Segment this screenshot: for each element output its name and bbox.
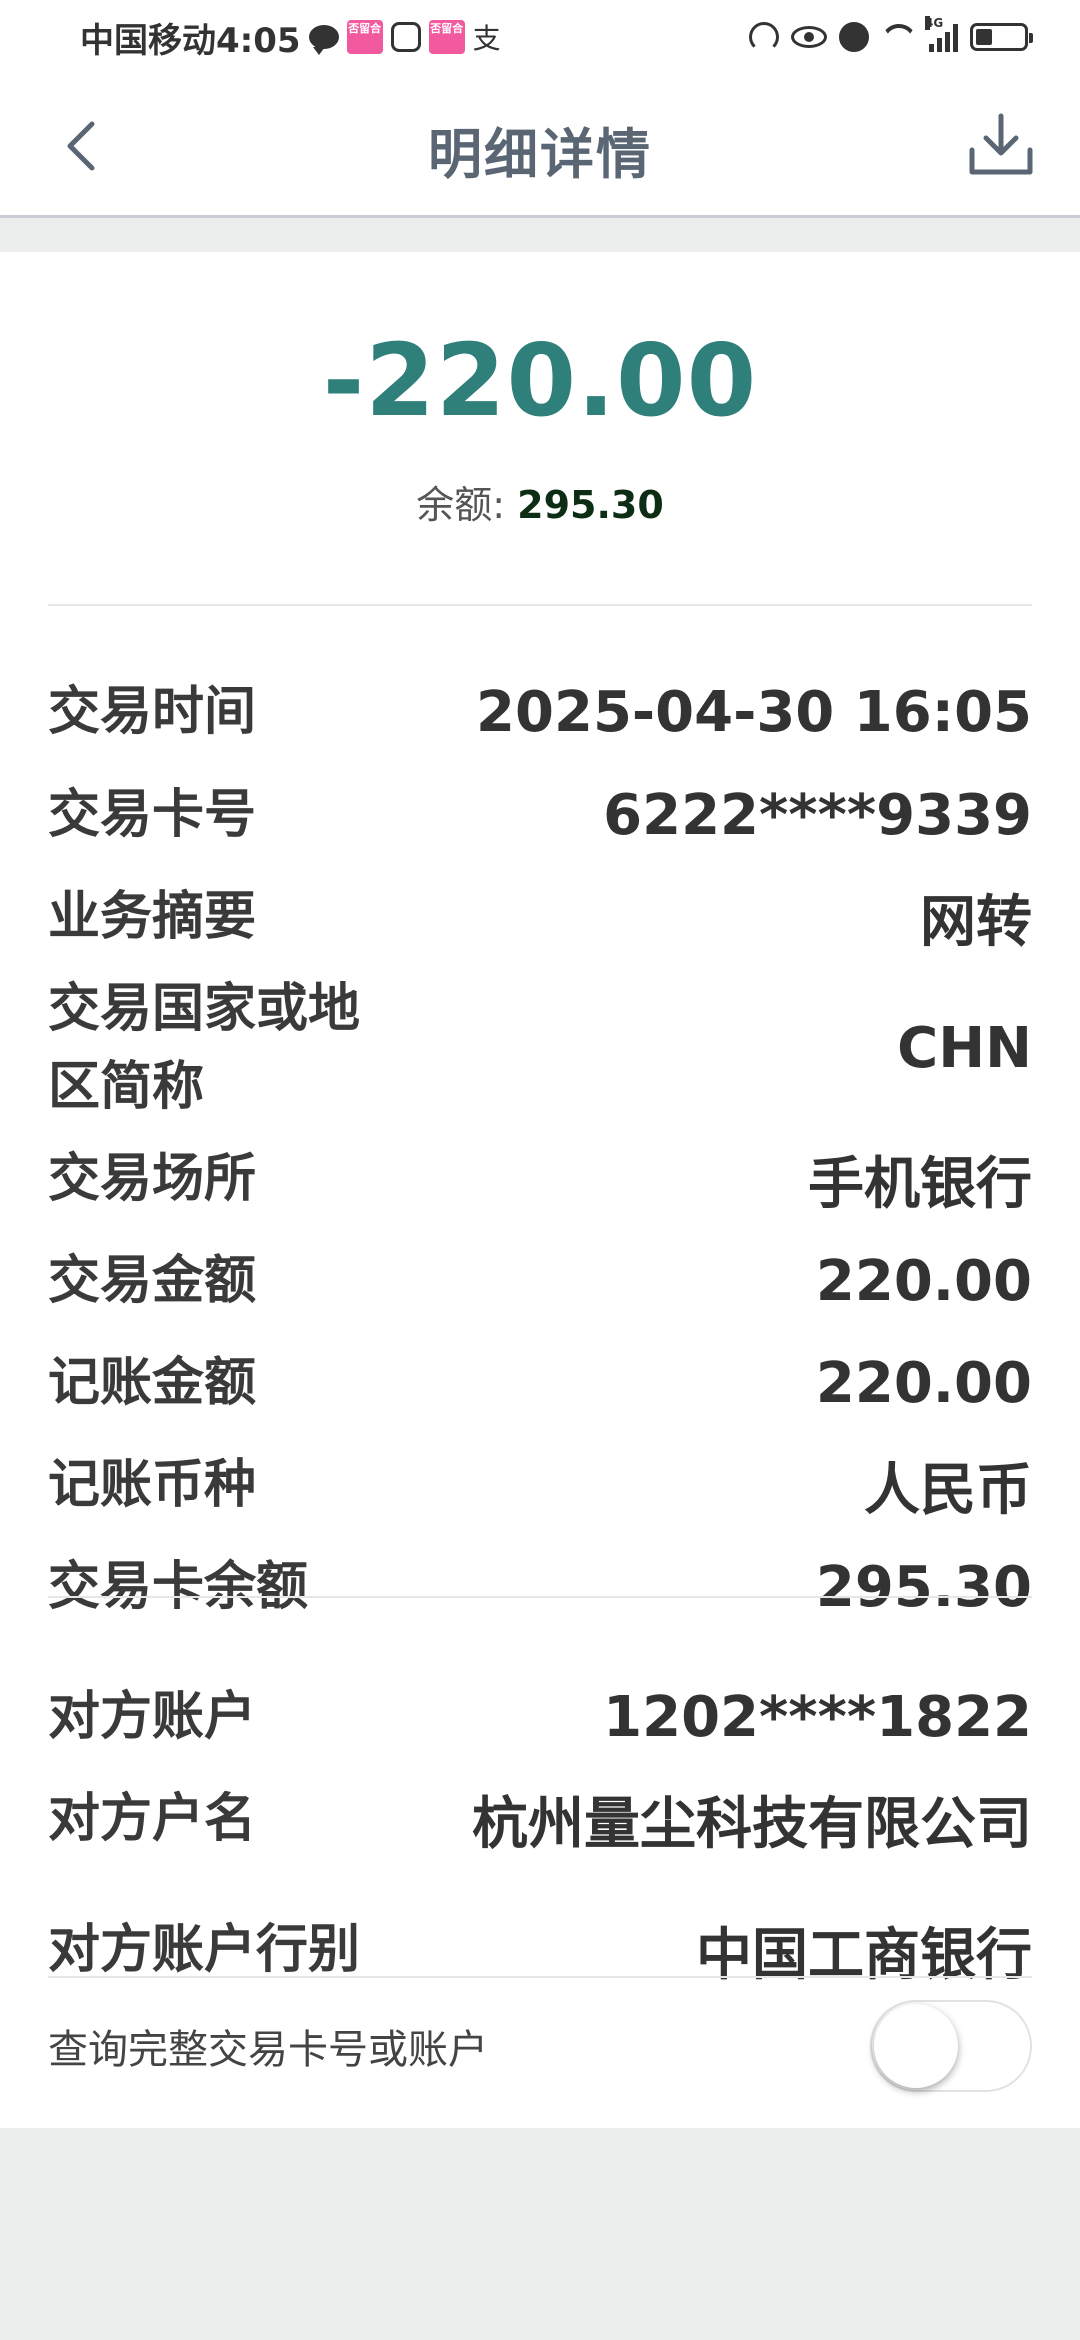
detail-row-country: 交易国家或地区简称 CHN — [48, 968, 1032, 1128]
show-full-number-toggle[interactable] — [870, 2000, 1032, 2092]
wifi-icon — [881, 24, 917, 50]
row-label: 交易时间 — [48, 682, 257, 742]
row-value: 6222****9339 — [603, 782, 1032, 848]
row-value: 手机银行 — [808, 1151, 1032, 1217]
status-bar: 中国移动4:05 否留合 否留合 支 4G — [0, 0, 1080, 72]
balance-line: 余额: 295.30 — [0, 474, 1080, 529]
row-label: 交易金额 — [48, 1251, 257, 1311]
detail-card: -220.00 余额: 295.30 交易时间 2025-04-30 16:05… — [0, 252, 1080, 2128]
toggle-knob[interactable] — [874, 2004, 958, 2088]
alipay-icon: 支 — [472, 22, 501, 55]
carrier-time: 中国移动4:05 — [80, 20, 301, 61]
detail-row-place: 交易场所 手机银行 — [48, 1128, 1032, 1230]
row-label: 交易卡余额 — [48, 1557, 309, 1617]
balance-value: 295.30 — [517, 483, 664, 527]
row-value: 杭州量尘科技有限公司 — [472, 1791, 1032, 1857]
row-value: 220.00 — [815, 1350, 1032, 1416]
divider — [48, 604, 1032, 606]
transaction-amount: -220.00 — [322, 322, 758, 439]
signal-icon: 4G — [925, 16, 958, 52]
row-value: 网转 — [920, 889, 1032, 955]
counterparty-row-account: 对方账户 1202****1822 — [48, 1666, 1032, 1768]
row-label: 交易场所 — [48, 1149, 257, 1209]
nav-header: 明细详情 — [0, 72, 1080, 218]
row-label: 交易国家或地区简称 — [48, 979, 361, 1117]
toggle-label: 查询完整交易卡号或账户 — [48, 2027, 488, 2073]
row-label: 业务摘要 — [48, 887, 257, 947]
hand-icon — [390, 22, 421, 52]
alarm-icon — [839, 22, 869, 52]
row-value: 1202****1822 — [603, 1684, 1032, 1750]
row-label: 交易卡号 — [48, 785, 257, 845]
status-left: 中国移动4:05 否留合 否留合 支 — [80, 12, 501, 62]
counterparty-row-name: 对方户名 杭州量尘科技有限公司 — [48, 1768, 1032, 1870]
app-badge-icon: 否留合 — [346, 20, 383, 54]
app-badge-icon-2: 否留合 — [428, 20, 465, 54]
full-number-toggle-row: 查询完整交易卡号或账户 — [48, 1996, 1032, 2096]
balance-label: 余额: — [416, 483, 518, 527]
row-value: 295.30 — [815, 1554, 1032, 1620]
page-title: 明细详情 — [428, 123, 652, 186]
status-right: 4G — [749, 14, 1033, 60]
detail-row-card-balance: 交易卡余额 295.30 — [48, 1536, 1032, 1638]
download-icon[interactable] — [966, 110, 1036, 180]
detail-row-currency: 记账币种 人民币 — [48, 1434, 1032, 1536]
row-label: 记账金额 — [48, 1353, 257, 1413]
detail-row-time: 交易时间 2025-04-30 16:05 — [48, 660, 1032, 764]
divider — [48, 1976, 1032, 1978]
row-label: 记账币种 — [48, 1455, 257, 1515]
network-type: 4G — [925, 16, 944, 30]
eye-icon — [791, 26, 827, 48]
row-value: 220.00 — [815, 1248, 1032, 1314]
row-value: CHN — [897, 1015, 1032, 1081]
chat-icon — [308, 25, 339, 55]
speed-icon — [749, 22, 779, 52]
row-value: 2025-04-30 16:05 — [476, 679, 1032, 745]
row-label: 对方账户 — [48, 1687, 257, 1747]
detail-row-amount: 交易金额 220.00 — [48, 1230, 1032, 1332]
row-value: 中国工商银行 — [696, 1922, 1032, 1988]
battery-icon — [970, 23, 1033, 51]
detail-row-card: 交易卡号 6222****9339 — [48, 764, 1032, 866]
detail-row-booked-amount: 记账金额 220.00 — [48, 1332, 1032, 1434]
detail-row-summary: 业务摘要 网转 — [48, 866, 1032, 968]
row-label: 对方户名 — [48, 1789, 257, 1849]
divider — [48, 1596, 1032, 1598]
row-value: 人民币 — [864, 1457, 1032, 1523]
